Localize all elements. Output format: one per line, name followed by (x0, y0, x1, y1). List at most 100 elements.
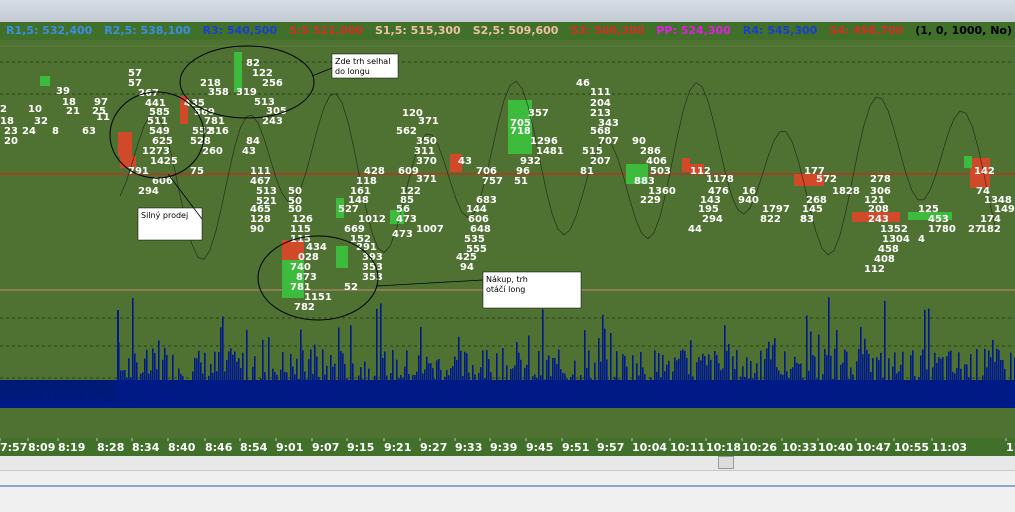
volume-bar (50, 399, 52, 408)
volume-bar (60, 397, 62, 408)
volume-bar (926, 369, 928, 408)
volume-bar (536, 378, 538, 408)
volume-bar (590, 378, 592, 408)
volume-label: 142 (974, 166, 995, 177)
volume-bar (776, 367, 778, 408)
volume-bar (996, 348, 998, 408)
volume-bar (40, 402, 42, 408)
volume-bar (122, 370, 124, 408)
volume-bar (422, 373, 424, 408)
volume-bar (660, 377, 662, 408)
volume-bar (670, 380, 672, 408)
volume-bar (612, 385, 614, 408)
volume-bar (282, 351, 284, 408)
volume-bar (848, 379, 850, 408)
volume-bar (110, 403, 112, 408)
volume-bar (790, 368, 792, 408)
volume-bar (166, 354, 168, 408)
volume-bar (554, 358, 556, 408)
volume-bar (498, 387, 500, 408)
volume-bar (770, 359, 772, 408)
volume-label: 81 (580, 166, 594, 177)
volume-bar (446, 369, 448, 408)
volume-bar (420, 327, 422, 408)
volume-bar (36, 398, 38, 408)
volume-bar (962, 381, 964, 408)
volume-bar (524, 367, 526, 408)
annotation-buy-turn-text: otáčí long (486, 284, 525, 294)
volume-bar (140, 373, 142, 408)
volume-bar (982, 375, 984, 408)
volume-bar (176, 385, 178, 408)
volume-bar (192, 371, 194, 408)
footprint-chart[interactable]: 2 18 23 20 10 32 24 8 39 18 21 97 25 11 63 57 57 267 441 58… (0, 40, 1015, 438)
volume-bar (596, 380, 598, 408)
volume-bar (564, 373, 566, 408)
volume-bar (762, 380, 764, 408)
volume-bar (214, 351, 216, 408)
volume-bar (138, 387, 140, 408)
volume-bar (866, 349, 868, 408)
volume-bar (646, 383, 648, 408)
volume-bar (366, 384, 368, 408)
volume-bar (466, 353, 468, 408)
volume-bar (602, 314, 604, 408)
volume-bar (578, 384, 580, 408)
volume-label: 27 (968, 224, 982, 235)
volume-bar (610, 333, 612, 408)
volume-label: 10 (28, 104, 42, 115)
volume-bar (520, 359, 522, 408)
annotations: Zde trh selhaldo longu Silný prodej Nákup,… (109, 45, 582, 321)
volume-bar (224, 371, 226, 408)
volume-bar (84, 403, 86, 408)
volume-label: 757 (482, 176, 503, 187)
volume-bar (458, 336, 460, 408)
pivot-levels-bar: R1,5: 532,400 R2,5: 538,100 R3: 540,500 S:5… (0, 22, 1015, 40)
volume-bar (920, 355, 922, 408)
volume-bar (64, 402, 66, 408)
volume-bar (66, 394, 68, 408)
volume-bar (664, 371, 666, 408)
horizontal-scrollbar[interactable] (0, 456, 1015, 471)
time-tick-label: 9:15 (347, 441, 374, 454)
volume-label: 1012 (358, 214, 386, 225)
volume-bar (514, 365, 516, 408)
volume-bar (894, 352, 896, 408)
volume-label: 822 (760, 214, 781, 225)
volume-bar (672, 371, 674, 408)
volume-bar (426, 356, 428, 408)
volume-bar (2, 398, 4, 408)
volume-bar (114, 399, 116, 408)
volume-bar (952, 371, 954, 408)
time-tick-label: 11:03 (932, 441, 967, 454)
volume-bar (4, 402, 6, 408)
volume-bar (638, 375, 640, 408)
volume-bar (986, 367, 988, 408)
volume-bar (410, 382, 412, 408)
volume-bar (130, 377, 132, 408)
volume-bar (328, 383, 330, 408)
price-block (336, 246, 348, 268)
volume-bar (880, 352, 882, 408)
volume-bar (286, 372, 288, 408)
annotation-failed-long-text: do longu (335, 67, 370, 76)
volume-label: 118 (356, 176, 377, 187)
volume-bar (980, 383, 982, 408)
volume-bar (198, 350, 200, 408)
volume-bar (200, 362, 202, 408)
volume-bar (70, 401, 72, 408)
scrollbar-thumb[interactable] (718, 456, 734, 469)
volume-bar (750, 360, 752, 408)
volume-bar (676, 360, 678, 408)
volume-label: 1178 (706, 174, 734, 185)
volume-bar (444, 376, 446, 408)
volume-bar (418, 355, 420, 408)
volume-bar (168, 386, 170, 408)
volume-bar (930, 382, 932, 408)
volume-bar (628, 384, 630, 408)
time-tick-label: 10:11 (670, 441, 705, 454)
scroll-area (0, 456, 1015, 512)
volume-bar (80, 400, 82, 408)
volume-label: 2 (0, 104, 7, 115)
volume-bar (616, 351, 618, 408)
